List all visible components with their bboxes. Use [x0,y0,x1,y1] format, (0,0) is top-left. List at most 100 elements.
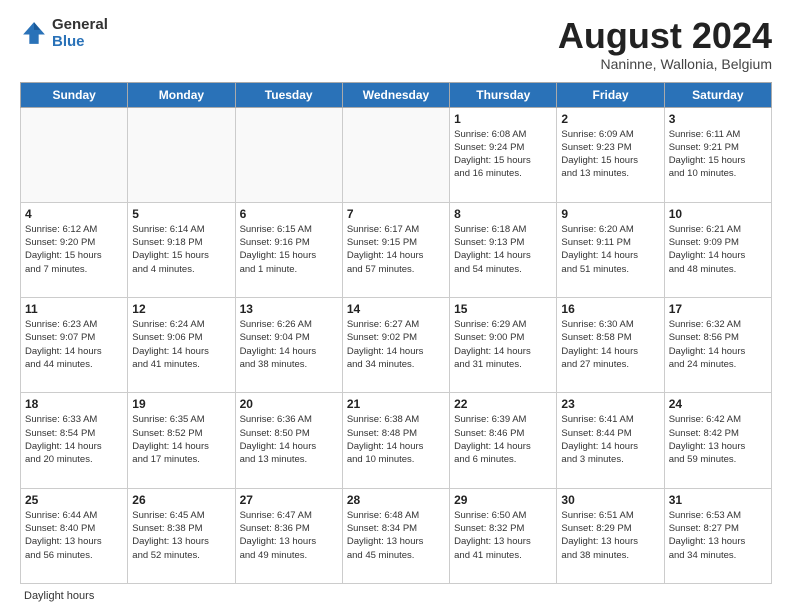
day-number: 14 [347,302,445,316]
table-row: 15Sunrise: 6:29 AM Sunset: 9:00 PM Dayli… [450,298,557,393]
day-info: Sunrise: 6:11 AM Sunset: 9:21 PM Dayligh… [669,128,767,181]
col-wednesday: Wednesday [342,82,449,107]
table-row: 1Sunrise: 6:08 AM Sunset: 9:24 PM Daylig… [450,107,557,202]
table-row: 11 Sunrise: 6:23 AM Sunset: 9:07 PM Dayli… [21,298,128,393]
title-block: August 2024 Naninne, Wallonia, Belgium [558,16,772,72]
day-info: Sunrise: 6:53 AM Sunset: 8:27 PM Dayligh… [669,509,767,562]
table-row [235,107,342,202]
day-number: 20 [240,397,338,411]
day-number: 26 [132,493,230,507]
location: Naninne, Wallonia, Belgium [558,56,772,72]
day-info: Sunrise: 6:21 AM Sunset: 9:09 PM Dayligh… [669,223,767,276]
table-row: 30 Sunrise: 6:51 AM Sunset: 8:29 PM Dayli… [557,488,664,583]
day-info: Sunrise: 6:17 AM Sunset: 9:15 PM Dayligh… [347,223,445,276]
day-info: Sunrise: 6:20 AM Sunset: 9:11 PM Dayligh… [561,223,659,276]
calendar-table: Sunday Monday Tuesday Wednesday Thursday… [20,82,772,584]
logo-general: General [52,16,108,33]
day-number: 17 [669,302,767,316]
day-number: 4 [25,207,123,221]
day-info: Sunrise: 6:36 AM Sunset: 8:50 PM Dayligh… [240,413,338,466]
day-info: Sunrise: 6:39 AM Sunset: 8:46 PM Dayligh… [454,413,552,466]
day-number: 24 [669,397,767,411]
day-number: 27 [240,493,338,507]
day-info: Sunrise: 6:18 AM Sunset: 9:13 PM Dayligh… [454,223,552,276]
day-number: 29 [454,493,552,507]
day-info: Sunrise: 6:15 AM Sunset: 9:16 PM Dayligh… [240,223,338,276]
calendar-week-1: 1Sunrise: 6:08 AM Sunset: 9:24 PM Daylig… [21,107,772,202]
table-row: 8Sunrise: 6:18 AM Sunset: 9:13 PM Daylig… [450,202,557,297]
day-info: Sunrise: 6:51 AM Sunset: 8:29 PM Dayligh… [561,509,659,562]
day-number: 6 [240,207,338,221]
table-row [342,107,449,202]
day-number: 9 [561,207,659,221]
day-number: 30 [561,493,659,507]
day-info: Sunrise: 6:27 AM Sunset: 9:02 PM Dayligh… [347,318,445,371]
day-number: 11 [25,302,123,316]
table-row: 5Sunrise: 6:14 AM Sunset: 9:18 PM Daylig… [128,202,235,297]
calendar-week-5: 25 Sunrise: 6:44 AM Sunset: 8:40 PM Dayli… [21,488,772,583]
day-number: 2 [561,112,659,126]
day-info: Sunrise: 6:38 AM Sunset: 8:48 PM Dayligh… [347,413,445,466]
day-info: Sunrise: 6:24 AM Sunset: 9:06 PM Dayligh… [132,318,230,371]
table-row: 25 Sunrise: 6:44 AM Sunset: 8:40 PM Dayli… [21,488,128,583]
table-row: 26Sunrise: 6:45 AM Sunset: 8:38 PM Dayli… [128,488,235,583]
table-row: 6 Sunrise: 6:15 AM Sunset: 9:16 PM Daylig… [235,202,342,297]
table-row: 3 Sunrise: 6:11 AM Sunset: 9:21 PM Daylig… [664,107,771,202]
table-row: 2Sunrise: 6:09 AM Sunset: 9:23 PM Daylig… [557,107,664,202]
day-number: 25 [25,493,123,507]
table-row: 18 Sunrise: 6:33 AM Sunset: 8:54 PM Dayli… [21,393,128,488]
day-number: 3 [669,112,767,126]
day-info: Sunrise: 6:47 AM Sunset: 8:36 PM Dayligh… [240,509,338,562]
table-row: 31 Sunrise: 6:53 AM Sunset: 8:27 PM Dayli… [664,488,771,583]
table-row [128,107,235,202]
table-row: 20 Sunrise: 6:36 AM Sunset: 8:50 PM Dayli… [235,393,342,488]
month-title: August 2024 [558,16,772,56]
table-row: 12 Sunrise: 6:24 AM Sunset: 9:06 PM Dayli… [128,298,235,393]
day-info: Sunrise: 6:48 AM Sunset: 8:34 PM Dayligh… [347,509,445,562]
day-info: Sunrise: 6:23 AM Sunset: 9:07 PM Dayligh… [25,318,123,371]
day-info: Sunrise: 6:26 AM Sunset: 9:04 PM Dayligh… [240,318,338,371]
table-row: 23 Sunrise: 6:41 AM Sunset: 8:44 PM Dayli… [557,393,664,488]
col-sunday: Sunday [21,82,128,107]
day-info: Sunrise: 6:35 AM Sunset: 8:52 PM Dayligh… [132,413,230,466]
day-info: Sunrise: 6:33 AM Sunset: 8:54 PM Dayligh… [25,413,123,466]
day-number: 1 [454,112,552,126]
logo: General Blue [20,16,108,50]
col-tuesday: Tuesday [235,82,342,107]
table-row: 10 Sunrise: 6:21 AM Sunset: 9:09 PM Dayli… [664,202,771,297]
day-number: 31 [669,493,767,507]
day-number: 23 [561,397,659,411]
table-row: 29Sunrise: 6:50 AM Sunset: 8:32 PM Dayli… [450,488,557,583]
col-friday: Friday [557,82,664,107]
day-number: 16 [561,302,659,316]
col-saturday: Saturday [664,82,771,107]
day-number: 13 [240,302,338,316]
table-row: 9 Sunrise: 6:20 AM Sunset: 9:11 PM Daylig… [557,202,664,297]
day-number: 12 [132,302,230,316]
col-thursday: Thursday [450,82,557,107]
day-number: 18 [25,397,123,411]
page: General Blue August 2024 Naninne, Wallon… [0,0,792,612]
table-row: 27 Sunrise: 6:47 AM Sunset: 8:36 PM Dayli… [235,488,342,583]
footer-note: Daylight hours [20,590,772,602]
calendar-week-2: 4Sunrise: 6:12 AM Sunset: 9:20 PM Daylig… [21,202,772,297]
day-number: 10 [669,207,767,221]
table-row: 28 Sunrise: 6:48 AM Sunset: 8:34 PM Dayli… [342,488,449,583]
table-row: 13 Sunrise: 6:26 AM Sunset: 9:04 PM Dayli… [235,298,342,393]
calendar-week-3: 11 Sunrise: 6:23 AM Sunset: 9:07 PM Dayli… [21,298,772,393]
table-row: 24Sunrise: 6:42 AM Sunset: 8:42 PM Dayli… [664,393,771,488]
day-number: 22 [454,397,552,411]
header: General Blue August 2024 Naninne, Wallon… [20,16,772,72]
day-info: Sunrise: 6:32 AM Sunset: 8:56 PM Dayligh… [669,318,767,371]
calendar-header-row: Sunday Monday Tuesday Wednesday Thursday… [21,82,772,107]
day-number: 5 [132,207,230,221]
day-number: 15 [454,302,552,316]
day-number: 7 [347,207,445,221]
table-row: 14 Sunrise: 6:27 AM Sunset: 9:02 PM Dayli… [342,298,449,393]
day-info: Sunrise: 6:41 AM Sunset: 8:44 PM Dayligh… [561,413,659,466]
table-row: 22 Sunrise: 6:39 AM Sunset: 8:46 PM Dayli… [450,393,557,488]
day-number: 28 [347,493,445,507]
day-info: Sunrise: 6:44 AM Sunset: 8:40 PM Dayligh… [25,509,123,562]
table-row [21,107,128,202]
col-monday: Monday [128,82,235,107]
